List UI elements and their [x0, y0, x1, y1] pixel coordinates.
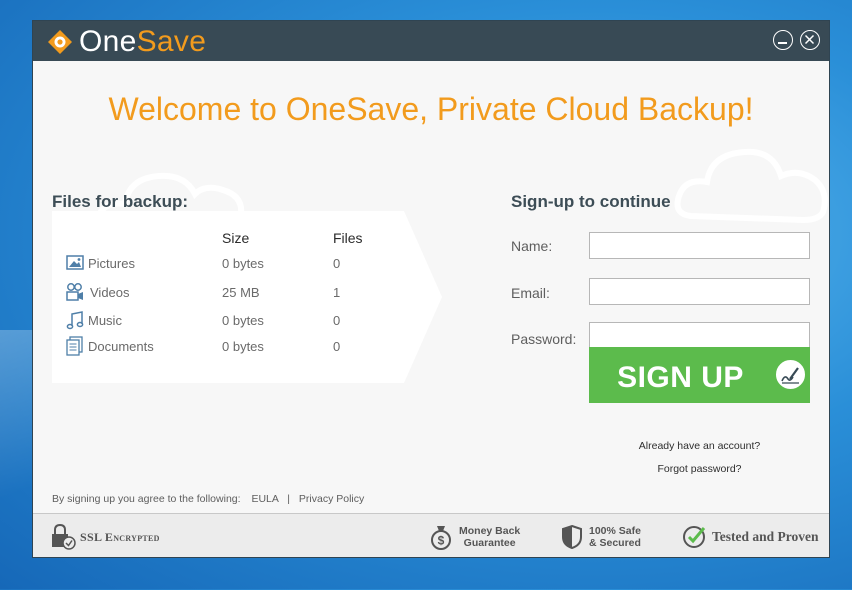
ssl-label: SSL Encrypted	[80, 529, 160, 544]
welcome-title: Welcome to OneSave, Private Cloud Backup…	[108, 91, 754, 127]
file-size: 25 MB	[222, 285, 260, 300]
onesave-logo-icon	[48, 30, 72, 54]
safe-line1: 100% Safe	[589, 525, 641, 537]
safe-secured-badge: 100% Safe & Secured	[561, 514, 641, 557]
file-size: 0 bytes	[222, 339, 264, 354]
app-name-part1: One	[79, 25, 137, 58]
checkmark-circle-icon	[683, 526, 706, 548]
forgot-password-link[interactable]: Forgot password?	[589, 463, 810, 475]
sign-up-button-label: SIGN UP	[617, 361, 744, 394]
name-label: Name:	[511, 238, 553, 254]
title-bar[interactable]: OneSave	[33, 21, 829, 61]
file-row-videos: Videos 25 MB 1	[66, 282, 396, 304]
money-back-badge: $ Money Back Guarantee	[429, 514, 520, 557]
files-heading: Files for backup:	[52, 192, 189, 211]
privacy-policy-link[interactable]: Privacy Policy	[299, 493, 364, 505]
file-size: 0 bytes	[222, 256, 264, 271]
file-row-music: Music 0 bytes 0	[66, 310, 396, 332]
sign-up-button[interactable]: SIGN UP	[589, 347, 810, 403]
file-count: 0	[333, 313, 341, 328]
main-content: Welcome to OneSave, Private Cloud Backup…	[33, 61, 829, 513]
documents-icon	[66, 336, 83, 356]
close-icon	[804, 34, 815, 45]
shield-icon	[562, 524, 582, 550]
file-count: 0	[333, 339, 341, 354]
picture-icon	[66, 255, 84, 270]
name-field[interactable]	[589, 232, 810, 259]
money-back-line1: Money Back	[459, 525, 521, 537]
safe-secured-label: 100% Safe & Secured	[589, 525, 641, 549]
onesave-window: OneSave Welcome to OneSave, Private Clou…	[32, 20, 830, 558]
svg-text:$: $	[438, 534, 445, 548]
file-count: 1	[333, 285, 341, 300]
padlock-check-icon	[52, 523, 76, 550]
email-label: Email:	[511, 285, 550, 301]
file-size: 0 bytes	[222, 313, 264, 328]
tested-proven-label: Tested and Proven	[712, 529, 819, 544]
size-column-header: Size	[222, 230, 250, 246]
app-name-part2: Save	[136, 25, 207, 58]
legal-separator: |	[287, 493, 290, 505]
safe-line2: & Secured	[589, 537, 641, 549]
tested-proven-badge: Tested and Proven	[682, 514, 819, 557]
music-icon	[66, 311, 84, 330]
email-field[interactable]	[589, 278, 810, 305]
file-row-pictures: Pictures 0 bytes 0	[66, 253, 396, 275]
signature-pen-icon	[774, 358, 807, 391]
trust-footer: SSL Encrypted $ Money Back Guarantee 100%…	[33, 513, 829, 557]
legal-notice: By signing up you agree to the following…	[52, 493, 364, 505]
file-name: Music	[88, 313, 122, 328]
file-name: Documents	[88, 339, 154, 354]
files-panel: Size Files Pictures 0 bytes 0 Videos 25 …	[52, 211, 444, 383]
already-have-account-link[interactable]: Already have an account?	[589, 440, 810, 452]
money-bag-icon: $	[431, 526, 451, 550]
eula-link[interactable]: EULA	[251, 493, 278, 505]
ssl-badge: SSL Encrypted	[50, 514, 160, 557]
background-cloud-icon	[674, 148, 828, 224]
file-name: Videos	[90, 285, 130, 300]
file-name: Pictures	[88, 256, 135, 271]
file-count: 0	[333, 256, 341, 271]
files-column-header: Files	[333, 230, 363, 246]
close-button[interactable]	[800, 30, 820, 50]
money-back-line2: Guarantee	[463, 537, 516, 549]
video-icon	[66, 283, 83, 301]
file-row-documents: Documents 0 bytes 0	[66, 336, 396, 358]
app-name: OneSave	[79, 27, 206, 57]
password-field[interactable]	[589, 322, 810, 349]
onesave-logo: OneSave	[47, 27, 206, 57]
minimize-button[interactable]	[773, 30, 793, 50]
signup-heading: Sign-up to continue	[511, 192, 671, 211]
legal-text: By signing up you agree to the following…	[52, 493, 241, 505]
money-back-label: Money Back Guarantee	[459, 525, 520, 549]
password-label: Password:	[511, 331, 577, 347]
